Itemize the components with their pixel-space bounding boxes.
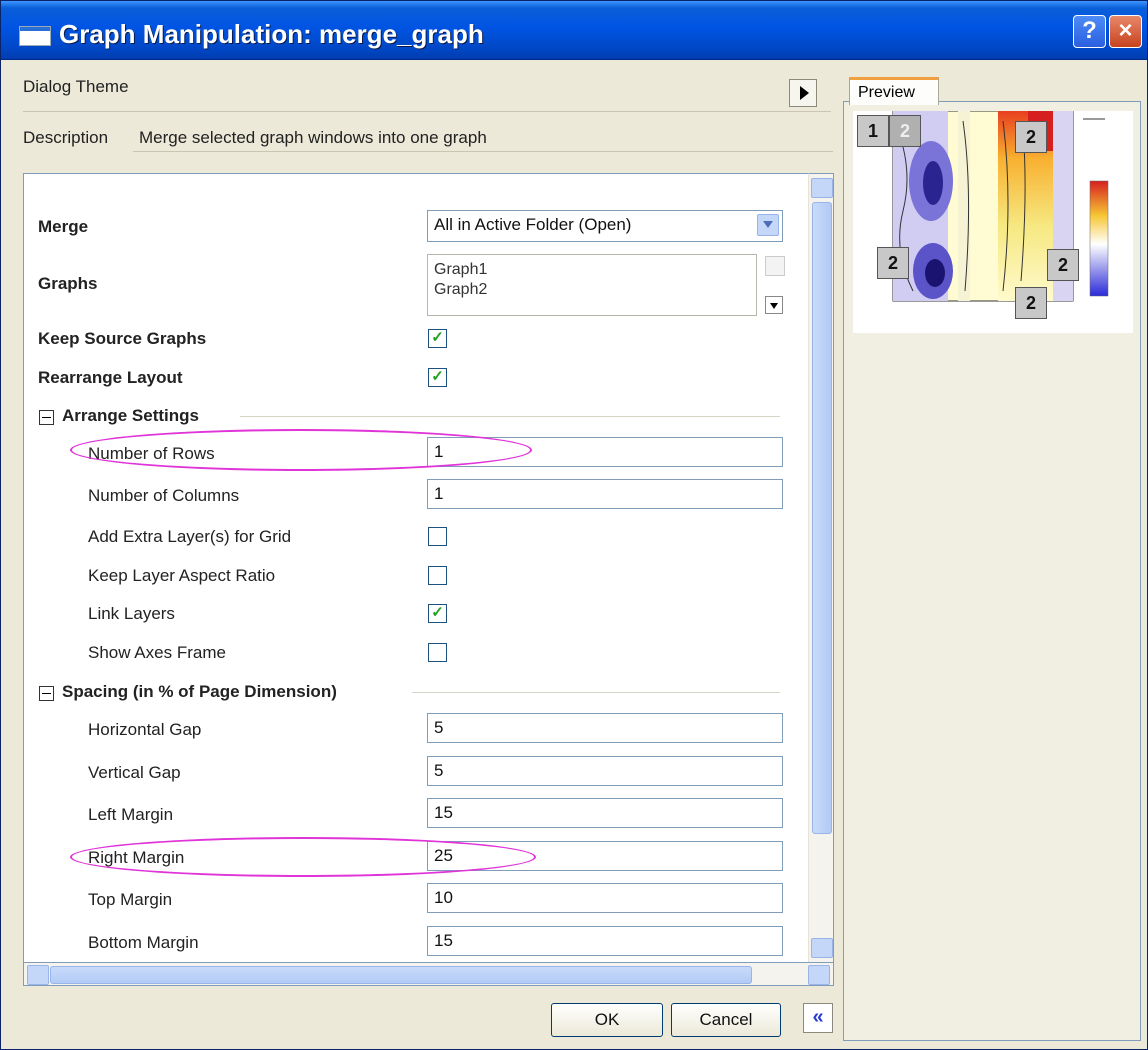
- vertical-gap-label: Vertical Gap: [88, 763, 181, 782]
- description-text: Merge selected graph windows into one gr…: [139, 128, 487, 147]
- layer-badge: 2: [877, 247, 909, 279]
- layer-badge: 2: [1015, 287, 1047, 319]
- graphs-list[interactable]: Graph1 Graph2: [427, 254, 757, 316]
- dialog-theme-label: Dialog Theme: [23, 77, 129, 96]
- axes-frame-checkbox[interactable]: [428, 643, 447, 662]
- bottom-margin-label: Bottom Margin: [88, 933, 199, 952]
- horizontal-scrollbar[interactable]: [23, 962, 834, 986]
- aspect-ratio-checkbox[interactable]: [428, 566, 447, 585]
- theme-menu-arrow-icon[interactable]: [789, 79, 817, 107]
- dialog-theme-row[interactable]: Dialog Theme: [23, 69, 831, 112]
- horizontal-gap-input[interactable]: 5: [427, 713, 783, 743]
- merge-combo-value: All in Active Folder (Open): [434, 215, 632, 234]
- help-button[interactable]: ?: [1073, 15, 1106, 48]
- vertical-scrollbar[interactable]: [808, 173, 834, 963]
- link-layers-checkbox[interactable]: ✓: [428, 604, 447, 623]
- right-margin-highlight-annotation: [70, 837, 536, 877]
- spacing-divider: [412, 692, 780, 693]
- description-divider: [133, 151, 833, 152]
- axes-frame-label: Show Axes Frame: [88, 643, 226, 662]
- arrange-divider: [240, 416, 780, 417]
- graph-list-item[interactable]: Graph1: [434, 261, 487, 279]
- horizontal-scroll-thumb[interactable]: [50, 966, 752, 984]
- vertical-scroll-thumb[interactable]: [812, 202, 832, 834]
- columns-input[interactable]: 1: [427, 479, 783, 509]
- extra-layers-checkbox[interactable]: [428, 527, 447, 546]
- collapse-spacing-icon[interactable]: [39, 686, 54, 701]
- scroll-down-icon[interactable]: [811, 938, 833, 958]
- top-margin-label: Top Margin: [88, 890, 173, 909]
- chevron-down-icon[interactable]: [757, 214, 779, 236]
- ok-button[interactable]: OK: [551, 1003, 663, 1037]
- settings-tree: Merge All in Active Folder (Open) Graphs…: [23, 173, 810, 965]
- layer-badge: 2: [1047, 249, 1079, 281]
- scroll-up-icon[interactable]: [811, 178, 833, 198]
- title-bar: Graph Manipulation: merge_graph ? ×: [1, 1, 1147, 60]
- spacing-title: Spacing (in % of Page Dimension): [62, 682, 337, 701]
- graphs-label: Graphs: [38, 274, 98, 293]
- scroll-left-icon[interactable]: [27, 965, 49, 985]
- top-margin-input[interactable]: 10: [427, 883, 783, 913]
- cancel-button[interactable]: Cancel: [671, 1003, 781, 1037]
- merge-label: Merge: [38, 217, 89, 236]
- collapse-preview-button[interactable]: «: [803, 1003, 833, 1033]
- vertical-gap-input[interactable]: 5: [427, 756, 783, 786]
- arrange-settings-title: Arrange Settings: [62, 406, 199, 425]
- extra-layers-label: Add Extra Layer(s) for Grid: [88, 527, 292, 546]
- horizontal-gap-label: Horizontal Gap: [88, 720, 202, 739]
- graphs-dropdown-icon[interactable]: [765, 296, 783, 314]
- layer-badge: 2: [889, 115, 921, 147]
- merge-combo[interactable]: All in Active Folder (Open): [427, 210, 783, 242]
- scroll-right-icon[interactable]: [808, 965, 830, 985]
- keep-source-label: Keep Source Graphs: [38, 329, 207, 348]
- link-layers-label: Link Layers: [88, 604, 175, 623]
- left-margin-input[interactable]: 15: [427, 798, 783, 828]
- collapse-arrange-icon[interactable]: [39, 410, 54, 425]
- preview-graph-image: 1 2 2 2 2 2: [853, 110, 1133, 333]
- rearrange-label: Rearrange Layout: [38, 368, 183, 387]
- rearrange-checkbox[interactable]: ✓: [428, 368, 447, 387]
- left-margin-label: Left Margin: [88, 805, 174, 824]
- layer-badge: 2: [1015, 121, 1047, 153]
- aspect-ratio-label: Keep Layer Aspect Ratio: [88, 566, 276, 585]
- window-icon: [19, 26, 51, 46]
- graphs-browse-button[interactable]: [765, 256, 785, 276]
- rows-highlight-annotation: [70, 429, 532, 471]
- close-button[interactable]: ×: [1109, 15, 1142, 48]
- tab-preview[interactable]: Preview: [849, 77, 939, 105]
- description-label: Description: [23, 128, 109, 147]
- graph-list-item[interactable]: Graph2: [434, 281, 487, 299]
- keep-source-checkbox[interactable]: ✓: [428, 329, 447, 348]
- columns-label: Number of Columns: [88, 486, 240, 505]
- layer-badge: 1: [857, 115, 889, 147]
- window-title: Graph Manipulation: merge_graph: [59, 19, 484, 49]
- graph-manipulation-dialog: Graph Manipulation: merge_graph ? × Dial…: [0, 0, 1148, 1050]
- bottom-margin-input[interactable]: 15: [427, 926, 783, 956]
